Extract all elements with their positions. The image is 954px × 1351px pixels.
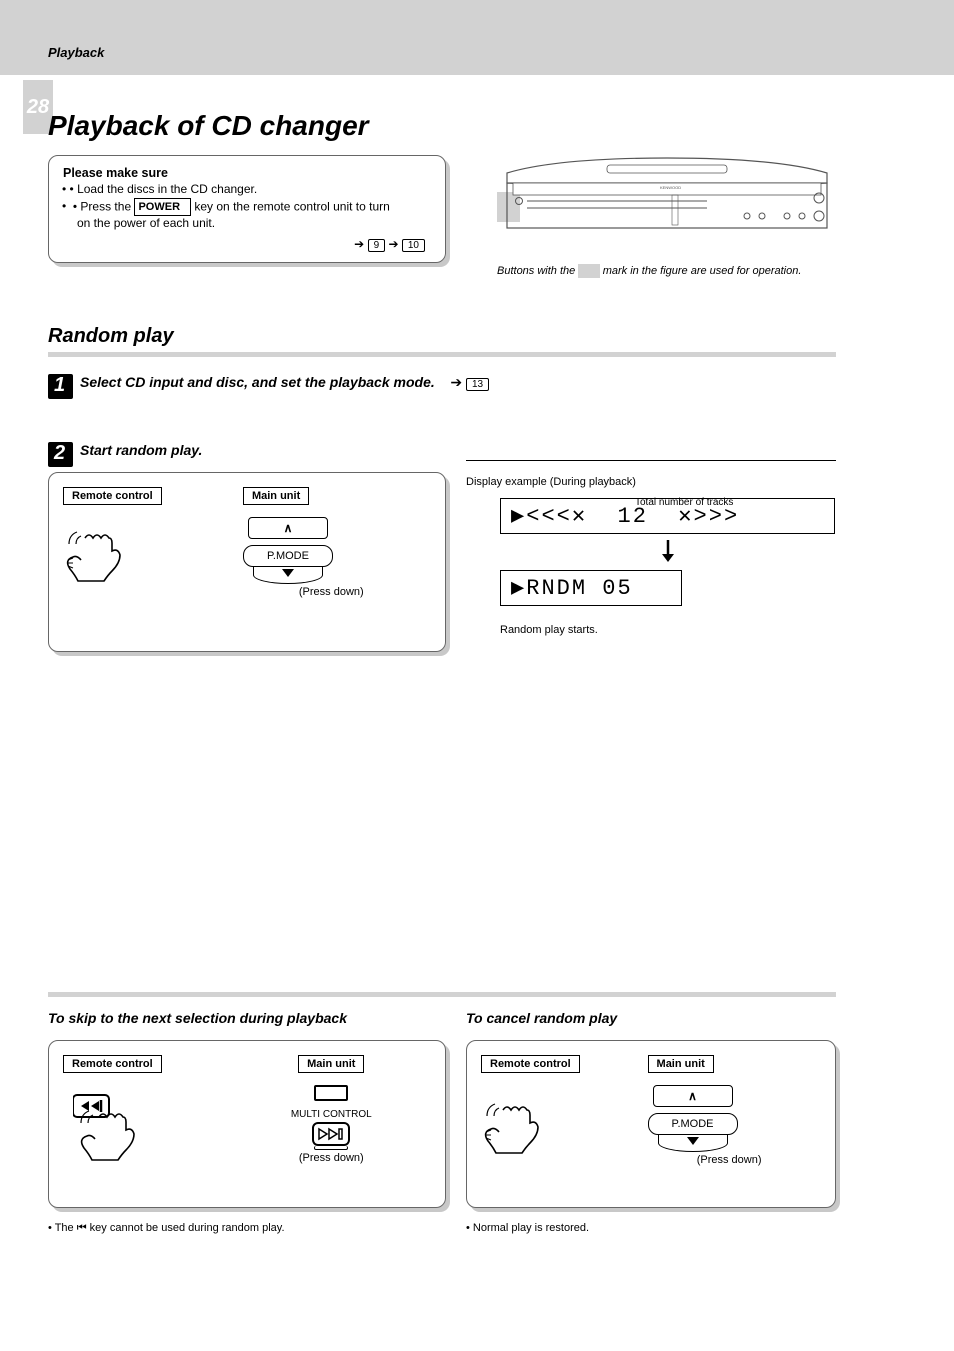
step-1: 1 bbox=[48, 374, 73, 399]
step-2-text: Start random play. bbox=[80, 442, 202, 458]
pmode-rocker[interactable]: ∧ P.MODE bbox=[243, 517, 333, 584]
main-unit-label-3: Main unit bbox=[648, 1055, 714, 1073]
skip-panel: Remote control Main unit MULTI CONTROL bbox=[48, 1040, 446, 1208]
main-unit-label: Main unit bbox=[243, 487, 309, 505]
prep-item-2: • Press the POWER key on the remote cont… bbox=[63, 198, 431, 216]
prep-item-3: on the power of each unit. bbox=[63, 216, 431, 230]
prep-label: Please make sure bbox=[63, 166, 431, 180]
page-ref-10: 10 bbox=[402, 239, 425, 252]
main-unit-label-2: Main unit bbox=[298, 1055, 364, 1073]
random-play-panel: Remote control Main unit ∧ P.MODE (Press… bbox=[48, 472, 446, 652]
svg-text:KENWOOD: KENWOOD bbox=[660, 185, 681, 190]
skip-note: • The ⏮ key cannot be used during random… bbox=[48, 1222, 446, 1235]
cancel-note: • Normal play is restored. bbox=[466, 1222, 836, 1234]
page-title: Playback of CD changer bbox=[48, 110, 369, 142]
divider-1 bbox=[48, 352, 836, 357]
pmode-rocker-2[interactable]: ∧ P.MODE bbox=[648, 1085, 738, 1152]
lcd-display-area: ▶<<<✕ 12 ✕>>> ▶RNDM 05 bbox=[500, 498, 835, 606]
step-1-text: Select CD input and disc, and set the pl… bbox=[80, 374, 489, 391]
pmode-button[interactable]: P.MODE bbox=[243, 545, 333, 567]
header-band bbox=[0, 0, 954, 75]
lcd-line-2: ▶RNDM 05 bbox=[500, 570, 682, 606]
highlight-mark bbox=[578, 264, 599, 278]
cancel-section-title: To cancel random play bbox=[466, 1010, 617, 1026]
remote-top-icon bbox=[314, 1085, 348, 1101]
hand-press-icon bbox=[63, 521, 153, 591]
rocker-up-icon-2: ∧ bbox=[653, 1085, 733, 1107]
prep-page-refs: ➔ 9 ➔ 10 bbox=[354, 237, 425, 252]
page-ref-13: 13 bbox=[466, 378, 489, 391]
lcd-line-1: ▶<<<✕ 12 ✕>>> bbox=[500, 498, 835, 534]
preparation-box: Please make sure • Load the discs in the… bbox=[48, 155, 446, 263]
remote-control-label-3: Remote control bbox=[481, 1055, 580, 1073]
skip-forward-button[interactable] bbox=[312, 1122, 350, 1146]
down-arrow-icon bbox=[660, 540, 676, 564]
rocker-up-icon: ∧ bbox=[248, 517, 328, 539]
step-2: 2 bbox=[48, 442, 73, 467]
remote-under-icon bbox=[314, 1146, 348, 1150]
hand-press-remote-icon bbox=[73, 1093, 173, 1163]
cancel-panel: Remote control Main unit ∧ P.MODE (Press… bbox=[466, 1040, 836, 1208]
hand-press-icon-2 bbox=[481, 1093, 571, 1163]
divider-2 bbox=[48, 992, 836, 997]
skip-forward-icon bbox=[317, 1127, 345, 1141]
multi-control-label: MULTI CONTROL bbox=[291, 1109, 372, 1120]
header-section-label: Playback bbox=[48, 45, 104, 60]
device-illustration: KENWOOD bbox=[497, 153, 837, 236]
remote-control-label-2: Remote control bbox=[63, 1055, 162, 1073]
pmode-button-2[interactable]: P.MODE bbox=[648, 1113, 738, 1135]
device-caption: Buttons with the mark in the figure are … bbox=[497, 265, 801, 277]
press-down-label-3: (Press down) bbox=[648, 1154, 811, 1166]
prep-item-1: • Load the discs in the CD changer. bbox=[63, 182, 431, 198]
display-example-label: Display example (During playback) bbox=[466, 476, 636, 488]
rndm-caption: Random play starts. bbox=[500, 624, 598, 636]
random-play-title: Random play bbox=[48, 325, 174, 348]
press-down-label-2: (Press down) bbox=[291, 1152, 372, 1164]
press-down-label: (Press down) bbox=[243, 586, 420, 598]
rocker-down bbox=[253, 566, 323, 584]
power-button-label: POWER bbox=[134, 198, 191, 216]
rocker-down-2 bbox=[658, 1134, 728, 1152]
remote-control-label: Remote control bbox=[63, 487, 162, 505]
divider-thin-1 bbox=[466, 460, 836, 461]
skip-section-title: To skip to the next selection during pla… bbox=[48, 1010, 347, 1026]
page-ref-9: 9 bbox=[368, 239, 386, 252]
